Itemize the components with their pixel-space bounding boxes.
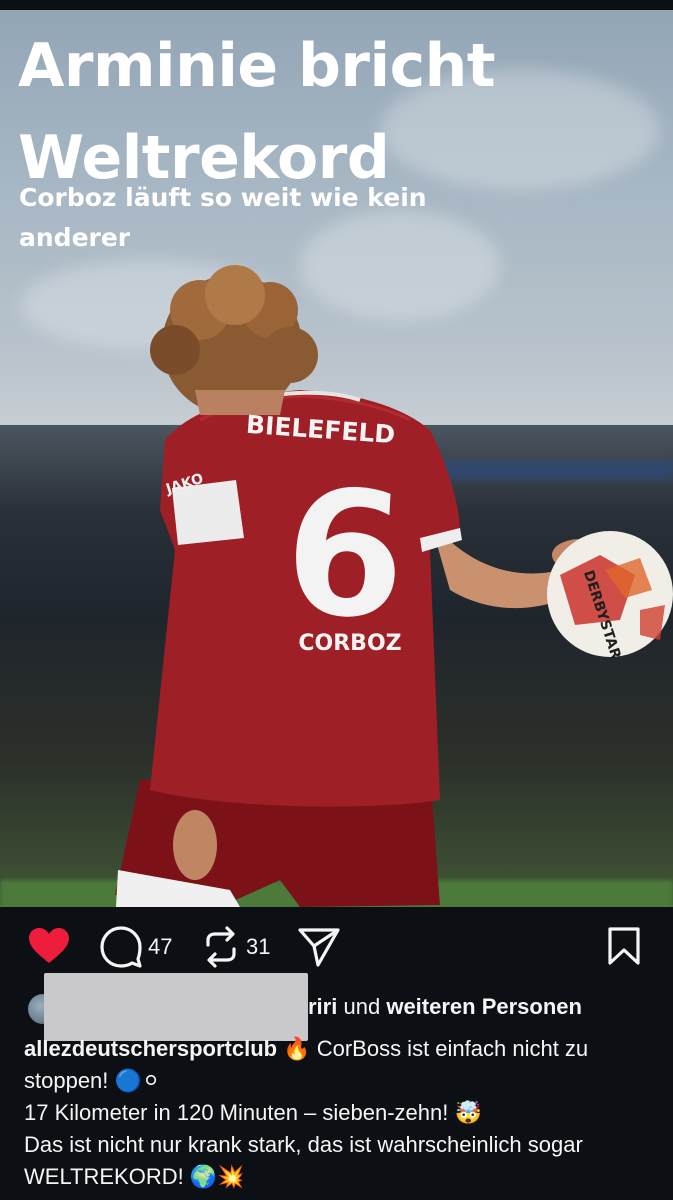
liker-name-suffix[interactable]: riri <box>308 994 337 1019</box>
caption-line-3: Das ist nicht nur krank stark, das ist w… <box>24 1132 583 1189</box>
heart-filled-icon <box>29 928 69 963</box>
comment-count: 47 <box>148 934 173 959</box>
post-subline: Corboz läuft so weit wie kein anderer <box>19 183 427 252</box>
repost-button[interactable]: 31 <box>202 926 270 968</box>
liked-by-row[interactable]: riri und weiteren Personen <box>0 973 673 1041</box>
repost-count: 31 <box>246 934 271 959</box>
post-image[interactable]: DERBYSTAR BIELEFELD 6 CORBOZ JAKO Armini… <box>0 10 673 907</box>
like-button[interactable] <box>28 927 70 965</box>
redacted-overlay <box>44 973 308 1041</box>
caption-username[interactable]: allezdeutschersportclub <box>24 1036 277 1061</box>
comment-icon <box>100 926 142 968</box>
caption-line-1: allezdeutschersportclub 🔥 CorBoss ist ei… <box>24 1033 654 1097</box>
jersey-name: CORBOZ <box>298 631 401 656</box>
jersey-number: 6 <box>279 451 411 660</box>
liked-by-text: riri und weiteren Personen <box>308 994 582 1020</box>
post-caption: allezdeutschersportclub 🔥 CorBoss ist ei… <box>24 1033 654 1193</box>
repost-icon <box>206 926 236 968</box>
share-button[interactable] <box>298 927 340 967</box>
bookmark-icon <box>608 927 640 965</box>
paper-plane-icon <box>298 928 340 967</box>
caption-line-2: 17 Kilometer in 120 Minuten – sieben-zeh… <box>24 1100 482 1125</box>
liked-by-others-link[interactable]: weiteren Personen <box>386 994 582 1019</box>
post-action-bar: 47 31 <box>0 922 673 972</box>
comment-button[interactable]: 47 <box>100 926 172 968</box>
post-headline: Arminie bricht Weltrekord <box>18 31 496 193</box>
save-button[interactable] <box>607 926 641 966</box>
status-bar <box>0 0 673 10</box>
liked-by-connector: und <box>343 994 381 1019</box>
